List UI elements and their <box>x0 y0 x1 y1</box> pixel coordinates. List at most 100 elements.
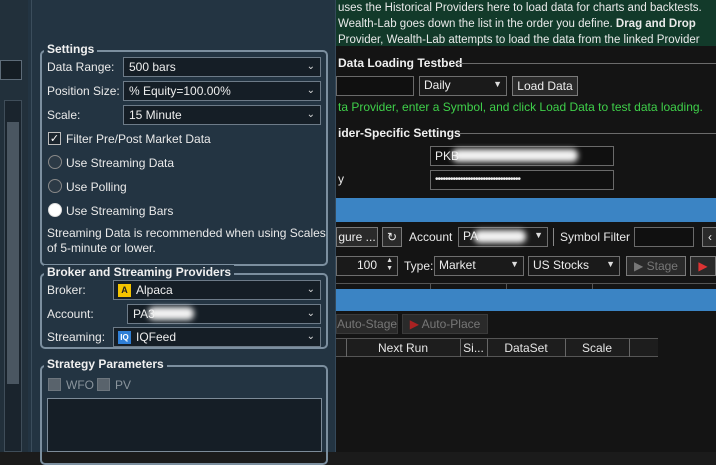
provider-settings-separator <box>460 133 716 134</box>
redacted-key <box>452 149 578 162</box>
stop-icon: ▶ <box>698 259 708 273</box>
strategy-parameters-title: Strategy Parameters <box>44 357 167 371</box>
secret-key-input[interactable]: •••••••••••••••••••••••••••••••••• <box>430 170 614 190</box>
broker-select[interactable]: A Alpaca ⌄ <box>113 280 321 300</box>
chevron-down-icon: ⌄ <box>306 331 315 342</box>
position-size-select[interactable]: % Equity=100.00% ⌄ <box>123 81 321 101</box>
refresh-icon: ↻ <box>386 230 398 244</box>
alpaca-logo-icon: A <box>118 284 131 297</box>
strategy-grid-header: Next Run Si... DataSet Scale <box>336 338 658 357</box>
streaming-value: IQFeed <box>136 330 177 344</box>
testbed-scale-value: Daily <box>424 78 451 92</box>
chevron-down-icon: ⌄ <box>306 109 315 120</box>
filter-checkbox[interactable]: ✓ <box>48 132 61 145</box>
play-icon: ▶ <box>409 317 419 331</box>
scale-select[interactable]: 15 Minute ⌄ <box>123 105 321 125</box>
data-range-label: Data Range: <box>47 60 115 74</box>
intro-line-1: uses the Historical Providers here to lo… <box>338 2 702 14</box>
configure-button[interactable]: gure ... <box>336 227 378 247</box>
streaming-note-line2: of 5-minute or lower. <box>47 241 156 255</box>
extra-button[interactable]: ‹ <box>702 227 716 247</box>
chevron-down-icon: ⌄ <box>306 284 315 295</box>
type-label: Type: <box>404 259 434 273</box>
parameters-area[interactable] <box>47 398 322 452</box>
iqfeed-logo-icon: IQ <box>118 331 131 344</box>
auto-stage-button[interactable]: Auto-Stage <box>336 314 398 334</box>
order-type-value: Market <box>439 258 476 272</box>
account-label: Account <box>409 230 453 244</box>
testbed-scale-select[interactable]: Daily ▼ <box>419 76 507 96</box>
streaming-bars-label: Use Streaming Bars <box>66 204 174 218</box>
testbed-separator <box>456 63 716 64</box>
account-label: Account: <box>47 307 94 321</box>
chevron-down-icon: ⌄ <box>306 85 315 96</box>
symbol-filter-input[interactable] <box>634 227 694 247</box>
redacted-account <box>148 307 194 320</box>
streaming-data-label: Use Streaming Data <box>66 156 175 170</box>
symbol-filter-label: Symbol Filter <box>560 230 631 244</box>
chevron-down-icon: ▼ <box>606 259 615 269</box>
panel-divider <box>31 0 32 452</box>
intro-line-2b: Drag and Drop <box>615 18 696 30</box>
secret-label-fragment: y <box>338 172 344 186</box>
selection-bar-2 <box>336 289 716 311</box>
wfo-label: WFO <box>66 378 94 392</box>
polling-label: Use Polling <box>66 180 127 194</box>
stop-button[interactable]: ▶ <box>690 256 716 276</box>
market-value: US Stocks <box>533 258 590 272</box>
stage-button[interactable]: ▶ Stage <box>626 256 686 276</box>
streaming-bars-radio[interactable] <box>48 203 62 217</box>
strategy-settings-panel: Settings Data Range: 500 bars ⌄ Position… <box>0 0 336 465</box>
refresh-button[interactable]: ↻ <box>382 227 402 247</box>
broker-label: Broker: <box>47 283 86 297</box>
left-strip-input[interactable] <box>0 60 22 80</box>
load-data-button[interactable]: Load Data <box>512 76 578 96</box>
streaming-select[interactable]: IQ IQFeed ⌄ <box>113 327 321 347</box>
toolbar-divider <box>553 228 554 246</box>
broker-value: Alpaca <box>136 283 173 297</box>
data-range-value: 500 bars <box>129 60 176 74</box>
scale-value: 15 Minute <box>129 108 182 122</box>
wfo-checkbox[interactable] <box>48 378 61 391</box>
auto-place-label: Auto-Place <box>421 317 481 331</box>
provider-settings-title: ider-Specific Settings <box>338 126 461 140</box>
column-si[interactable]: Si... <box>460 339 488 357</box>
position-size-label: Position Size: <box>47 84 120 98</box>
intro-line-2: Wealth-Lab goes down the list in the ord… <box>338 16 716 32</box>
check-icon: ✓ <box>49 133 60 145</box>
testbed-hint: ta Provider, enter a Symbol, and click L… <box>338 100 703 114</box>
market-select[interactable]: US Stocks ▼ <box>528 256 620 276</box>
chevron-down-icon: ▼ <box>510 259 519 269</box>
intro-line-2a: Wealth-Lab goes down the list in the ord… <box>338 18 613 30</box>
symbol-input[interactable] <box>336 76 414 96</box>
streaming-data-radio[interactable] <box>48 155 62 169</box>
streaming-label: Streaming: <box>47 330 106 344</box>
pv-checkbox[interactable] <box>97 378 110 391</box>
chevron-down-icon: ⌄ <box>306 308 315 319</box>
redacted-account <box>474 230 526 243</box>
chevron-down-icon: ⌄ <box>306 61 315 72</box>
quantity-stepper[interactable]: 100 ▲ ▼ <box>336 256 398 276</box>
streaming-note-line1: Streaming Data is recommended when using… <box>47 226 326 240</box>
polling-radio[interactable] <box>48 179 62 193</box>
testbed-title: Data Loading Testbed <box>338 56 463 70</box>
play-icon: ▶ <box>634 259 644 273</box>
column-next-run[interactable]: Next Run <box>346 339 461 357</box>
chevron-down-icon: ▼ <box>534 230 543 240</box>
quantity-value: 100 <box>356 258 377 272</box>
intro-line-3: Provider, Wealth-Lab attempts to load th… <box>338 34 700 46</box>
auto-place-button[interactable]: ▶ Auto-Place <box>402 314 488 334</box>
settings-title: Settings <box>44 42 98 56</box>
position-size-value: % Equity=100.00% <box>129 84 231 98</box>
left-scrollbar[interactable] <box>7 122 19 384</box>
order-type-select[interactable]: Market ▼ <box>434 256 524 276</box>
scale-label: Scale: <box>47 108 81 122</box>
pv-label: PV <box>115 378 132 392</box>
spin-arrows-icon: ▲ ▼ <box>386 257 393 272</box>
selection-bar <box>336 198 716 222</box>
column-scale[interactable]: Scale <box>565 339 630 357</box>
stage-label: Stage <box>646 259 678 273</box>
column-dataset[interactable]: DataSet <box>487 339 566 357</box>
broker-title: Broker and Streaming Providers <box>44 265 235 279</box>
data-range-select[interactable]: 500 bars ⌄ <box>123 57 321 77</box>
